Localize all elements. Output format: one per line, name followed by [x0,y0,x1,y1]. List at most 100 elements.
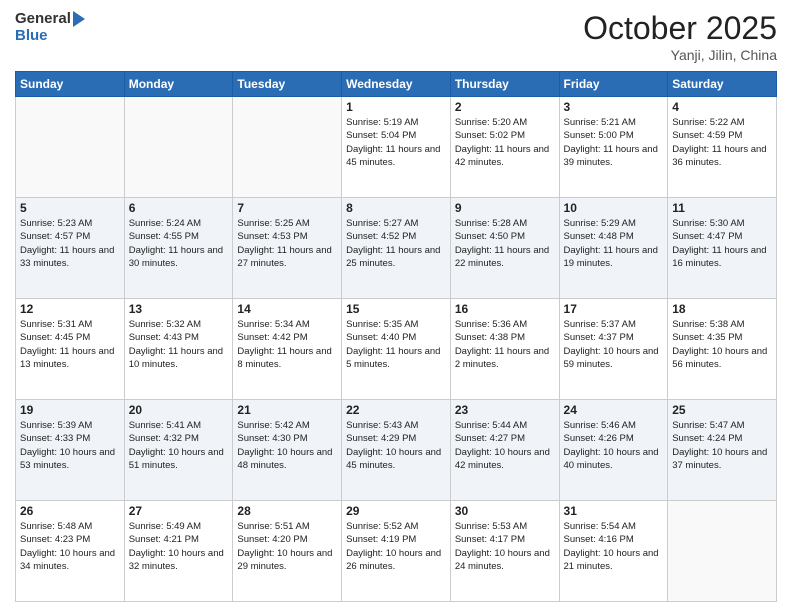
header-monday: Monday [124,72,233,97]
day-number: 16 [455,302,555,316]
day-number: 15 [346,302,446,316]
logo-blue-text: Blue [15,27,48,44]
week-row-4: 19 Sunrise: 5:39 AM Sunset: 4:33 PM Dayli… [16,400,777,501]
table-cell: 20 Sunrise: 5:41 AM Sunset: 4:32 PM Dayli… [124,400,233,501]
day-info: Sunrise: 5:44 AM Sunset: 4:27 PM Dayligh… [455,419,555,472]
day-info: Sunrise: 5:48 AM Sunset: 4:23 PM Dayligh… [20,520,120,573]
day-info: Sunrise: 5:30 AM Sunset: 4:47 PM Dayligh… [672,217,772,270]
month-title: October 2025 [583,10,777,47]
table-cell: 26Sunrise: 5:48 AM Sunset: 4:23 PM Dayli… [16,501,125,602]
table-cell: 12 Sunrise: 5:31 AM Sunset: 4:45 PM Dayli… [16,299,125,400]
day-info: Sunrise: 5:46 AM Sunset: 4:26 PM Dayligh… [564,419,664,472]
day-number: 19 [20,403,120,417]
table-cell: 6Sunrise: 5:24 AM Sunset: 4:55 PM Daylig… [124,198,233,299]
table-cell: 19 Sunrise: 5:39 AM Sunset: 4:33 PM Dayli… [16,400,125,501]
header-thursday: Thursday [450,72,559,97]
table-cell: 23 Sunrise: 5:44 AM Sunset: 4:27 PM Dayli… [450,400,559,501]
day-number: 17 [564,302,664,316]
day-info: Sunrise: 5:32 AM Sunset: 4:43 PM Dayligh… [129,318,229,371]
table-cell: 2 Sunrise: 5:20 AM Sunset: 5:02 PM Daylig… [450,97,559,198]
day-number: 1 [346,100,446,114]
header-friday: Friday [559,72,668,97]
day-number: 2 [455,100,555,114]
day-info: Sunrise: 5:22 AM Sunset: 4:59 PM Dayligh… [672,116,772,169]
day-number: 7 [237,201,337,215]
day-info: Sunrise: 5:53 AM Sunset: 4:17 PM Dayligh… [455,520,555,573]
day-number: 25 [672,403,772,417]
day-number: 29 [346,504,446,518]
header-sunday: Sunday [16,72,125,97]
day-info: Sunrise: 5:51 AM Sunset: 4:20 PM Dayligh… [237,520,337,573]
day-info: Sunrise: 5:38 AM Sunset: 4:35 PM Dayligh… [672,318,772,371]
day-number: 24 [564,403,664,417]
day-number: 28 [237,504,337,518]
table-cell: 15 Sunrise: 5:35 AM Sunset: 4:40 PM Dayli… [342,299,451,400]
header: General Blue October 2025 Yanji, Jilin, … [15,10,777,63]
day-info: Sunrise: 5:47 AM Sunset: 4:24 PM Dayligh… [672,419,772,472]
day-number: 10 [564,201,664,215]
table-cell: 16 Sunrise: 5:36 AM Sunset: 4:38 PM Dayli… [450,299,559,400]
title-section: October 2025 Yanji, Jilin, China [583,10,777,63]
day-info: Sunrise: 5:35 AM Sunset: 4:40 PM Dayligh… [346,318,446,371]
week-row-3: 12 Sunrise: 5:31 AM Sunset: 4:45 PM Dayli… [16,299,777,400]
table-cell [233,97,342,198]
table-cell [16,97,125,198]
day-number: 23 [455,403,555,417]
day-info: Sunrise: 5:24 AM Sunset: 4:55 PM Dayligh… [129,217,229,270]
table-cell: 4 Sunrise: 5:22 AM Sunset: 4:59 PM Daylig… [668,97,777,198]
table-cell: 24 Sunrise: 5:46 AM Sunset: 4:26 PM Dayli… [559,400,668,501]
day-info: Sunrise: 5:28 AM Sunset: 4:50 PM Dayligh… [455,217,555,270]
table-cell: 30 Sunrise: 5:53 AM Sunset: 4:17 PM Dayli… [450,501,559,602]
logo-general-text: General [15,10,71,27]
day-number: 9 [455,201,555,215]
day-number: 4 [672,100,772,114]
day-info: Sunrise: 5:37 AM Sunset: 4:37 PM Dayligh… [564,318,664,371]
table-cell [668,501,777,602]
day-info: Sunrise: 5:41 AM Sunset: 4:32 PM Dayligh… [129,419,229,472]
table-cell: 8Sunrise: 5:27 AM Sunset: 4:52 PM Daylig… [342,198,451,299]
day-info: Sunrise: 5:54 AM Sunset: 4:16 PM Dayligh… [564,520,664,573]
day-number: 30 [455,504,555,518]
page: General Blue October 2025 Yanji, Jilin, … [0,0,792,612]
day-info: Sunrise: 5:49 AM Sunset: 4:21 PM Dayligh… [129,520,229,573]
day-info: Sunrise: 5:52 AM Sunset: 4:19 PM Dayligh… [346,520,446,573]
day-info: Sunrise: 5:43 AM Sunset: 4:29 PM Dayligh… [346,419,446,472]
day-info: Sunrise: 5:42 AM Sunset: 4:30 PM Dayligh… [237,419,337,472]
table-cell: 31 Sunrise: 5:54 AM Sunset: 4:16 PM Dayli… [559,501,668,602]
week-row-5: 26Sunrise: 5:48 AM Sunset: 4:23 PM Dayli… [16,501,777,602]
table-cell: 25 Sunrise: 5:47 AM Sunset: 4:24 PM Dayli… [668,400,777,501]
header-saturday: Saturday [668,72,777,97]
day-number: 27 [129,504,229,518]
day-info: Sunrise: 5:34 AM Sunset: 4:42 PM Dayligh… [237,318,337,371]
day-number: 31 [564,504,664,518]
day-number: 20 [129,403,229,417]
day-info: Sunrise: 5:36 AM Sunset: 4:38 PM Dayligh… [455,318,555,371]
day-number: 3 [564,100,664,114]
table-cell: 14 Sunrise: 5:34 AM Sunset: 4:42 PM Dayli… [233,299,342,400]
day-number: 12 [20,302,120,316]
logo-arrow-icon [73,11,85,27]
table-cell: 1Sunrise: 5:19 AM Sunset: 5:04 PM Daylig… [342,97,451,198]
table-cell: 22 Sunrise: 5:43 AM Sunset: 4:29 PM Dayli… [342,400,451,501]
table-cell: 29 Sunrise: 5:52 AM Sunset: 4:19 PM Dayli… [342,501,451,602]
day-number: 11 [672,201,772,215]
day-number: 22 [346,403,446,417]
table-cell: 28 Sunrise: 5:51 AM Sunset: 4:20 PM Dayli… [233,501,342,602]
day-number: 5 [20,201,120,215]
day-info: Sunrise: 5:21 AM Sunset: 5:00 PM Dayligh… [564,116,664,169]
calendar-header-row: Sunday Monday Tuesday Wednesday Thursday… [16,72,777,97]
day-info: Sunrise: 5:31 AM Sunset: 4:45 PM Dayligh… [20,318,120,371]
day-info: Sunrise: 5:39 AM Sunset: 4:33 PM Dayligh… [20,419,120,472]
day-info: Sunrise: 5:23 AM Sunset: 4:57 PM Dayligh… [20,217,120,270]
day-info: Sunrise: 5:20 AM Sunset: 5:02 PM Dayligh… [455,116,555,169]
table-cell: 13 Sunrise: 5:32 AM Sunset: 4:43 PM Dayli… [124,299,233,400]
header-tuesday: Tuesday [233,72,342,97]
table-cell: 3 Sunrise: 5:21 AM Sunset: 5:00 PM Daylig… [559,97,668,198]
table-cell: 10Sunrise: 5:29 AM Sunset: 4:48 PM Dayli… [559,198,668,299]
week-row-2: 5 Sunrise: 5:23 AM Sunset: 4:57 PM Daylig… [16,198,777,299]
day-number: 18 [672,302,772,316]
week-row-1: 1Sunrise: 5:19 AM Sunset: 5:04 PM Daylig… [16,97,777,198]
day-number: 13 [129,302,229,316]
day-number: 14 [237,302,337,316]
location: Yanji, Jilin, China [583,47,777,63]
